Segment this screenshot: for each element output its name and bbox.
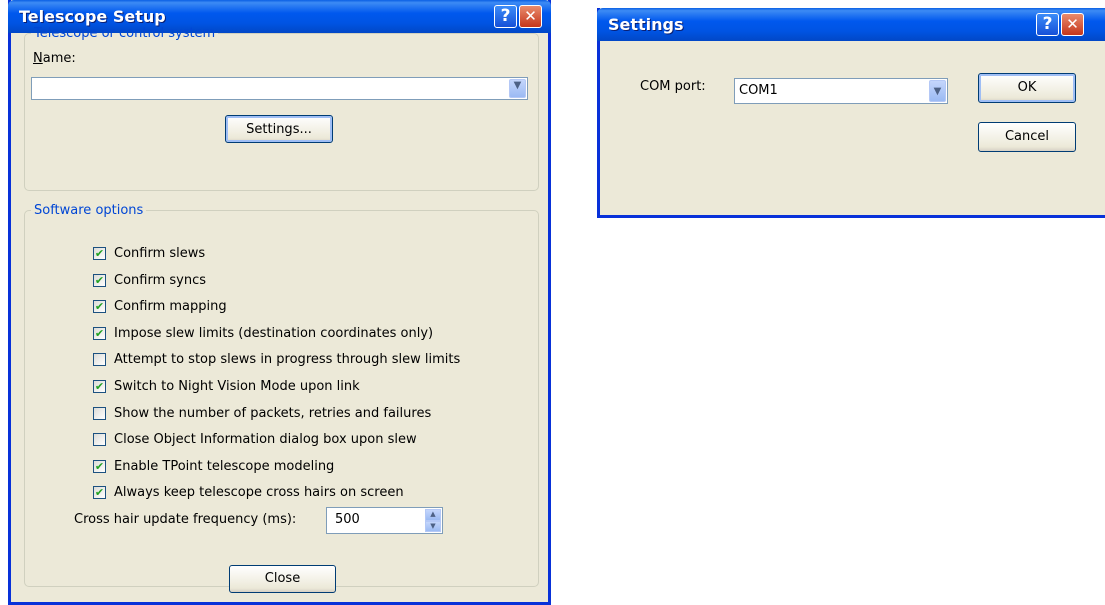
spin-down-icon[interactable]: ▼ <box>425 520 441 532</box>
checkbox[interactable] <box>93 353 106 367</box>
option-label: Attempt to stop slews in progress throug… <box>114 352 461 368</box>
option-label: Confirm slews <box>114 246 206 261</box>
telescope-name-combobox[interactable]: ▼ <box>31 77 528 100</box>
settings-button[interactable]: Settings... <box>225 115 333 143</box>
checkbox[interactable]: ✔ <box>93 486 106 500</box>
com-port-label-text: COM port: <box>640 79 706 94</box>
close-button[interactable]: Close <box>229 565 336 593</box>
spin-up-icon[interactable]: ▲ <box>425 509 441 521</box>
checkbox[interactable]: ✔ <box>93 273 106 287</box>
ok-button-label: OK <box>1017 80 1037 95</box>
chevron-down-icon[interactable]: ▼ <box>509 79 526 98</box>
name-label-rest: ame: <box>42 51 76 66</box>
settings-window: Settings ? ✕ COM port: COM1 ▼ OK Cancel <box>597 8 1105 218</box>
group-software-options: Software options <box>24 203 539 587</box>
checkbox[interactable] <box>93 433 106 447</box>
group-control-system: Telescope or control system <box>24 26 539 191</box>
cancel-button[interactable]: Cancel <box>978 122 1076 152</box>
com-port-combobox[interactable]: COM1 ▼ <box>734 78 948 104</box>
option-label: Close Object Information dialog box upon… <box>114 432 417 448</box>
group-legend: Telescope or control system <box>34 26 216 41</box>
option-label: Always keep telescope cross hairs on scr… <box>114 485 404 501</box>
chevron-down-icon[interactable]: ▼ <box>929 80 946 102</box>
telescope-setup-window: Telescope Setup ? ✕ Telescope or control… <box>8 0 551 605</box>
group-legend: Software options <box>34 203 144 218</box>
name-label: Name: <box>33 51 76 66</box>
checkbox[interactable]: ✔ <box>93 380 106 393</box>
option-label: Switch to Night Vision Mode upon link <box>114 379 360 394</box>
help-icon[interactable]: ? <box>494 5 517 28</box>
option-label: Confirm syncs <box>114 272 206 288</box>
cancel-button-label: Cancel <box>1004 129 1050 144</box>
checkbox[interactable]: ✔ <box>93 326 106 340</box>
checkbox[interactable]: ✔ <box>93 300 106 314</box>
settings-titlebar[interactable]: Settings ? ✕ <box>597 8 1105 41</box>
checkbox[interactable] <box>93 406 106 420</box>
option-label: Impose slew limits (destination coordina… <box>114 325 434 341</box>
option-label: Enable TPoint telescope modeling <box>114 458 335 474</box>
option-label: Show the number of packets, retries and … <box>114 405 432 421</box>
close-button-label: Close <box>264 571 301 586</box>
close-icon[interactable]: ✕ <box>1061 13 1084 36</box>
checkbox[interactable]: ✔ <box>93 247 106 260</box>
close-icon[interactable]: ✕ <box>519 5 542 28</box>
window-title: Settings <box>608 15 684 34</box>
frequency-value: 500 <box>335 512 360 527</box>
com-port-label: COM port: <box>640 79 706 94</box>
settings-button-label: Settings... <box>246 122 312 137</box>
window-title: Telescope Setup <box>19 7 166 26</box>
frequency-label: Cross hair update frequency (ms): <box>74 512 297 527</box>
checkbox[interactable]: ✔ <box>93 459 106 473</box>
ok-button[interactable]: OK <box>978 73 1076 103</box>
com-port-value: COM1 <box>739 83 778 98</box>
option-label: Confirm mapping <box>114 299 227 315</box>
frequency-spinner[interactable]: 500 ▲ ▼ <box>326 507 443 534</box>
help-icon[interactable]: ? <box>1036 13 1059 36</box>
